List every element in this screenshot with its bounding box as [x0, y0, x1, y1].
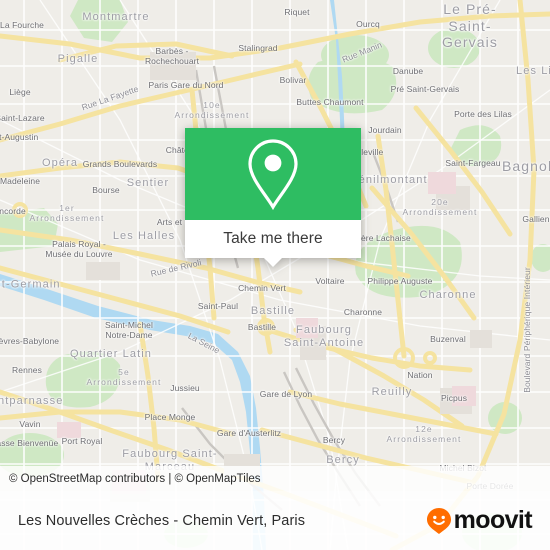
take-me-there-button[interactable]: Take me there [185, 220, 361, 258]
map-pin-icon [248, 139, 298, 211]
map-screenshot: La Fourche Montmartre Pigalle Barbès - Roch… [0, 0, 550, 550]
moovit-smiley-pin-icon [426, 507, 451, 534]
attribution-text[interactable]: © OpenStreetMap contributors | © OpenMap… [9, 473, 261, 485]
moovit-logo[interactable]: moovit [426, 506, 533, 535]
page-title: Les Nouvelles Crèches - Chemin Vert, Par… [18, 512, 306, 529]
take-me-there-label: Take me there [223, 230, 323, 247]
footer-title-bar: Les Nouvelles Crèches - Chemin Vert, Par… [0, 491, 550, 550]
moovit-wordmark: moovit [453, 506, 533, 534]
location-popup-card[interactable]: Take me there [185, 128, 361, 267]
popup-image-area [185, 128, 361, 220]
popup-pointer [264, 258, 282, 267]
map-attribution-bar: © OpenStreetMap contributors | © OpenMap… [0, 466, 550, 491]
